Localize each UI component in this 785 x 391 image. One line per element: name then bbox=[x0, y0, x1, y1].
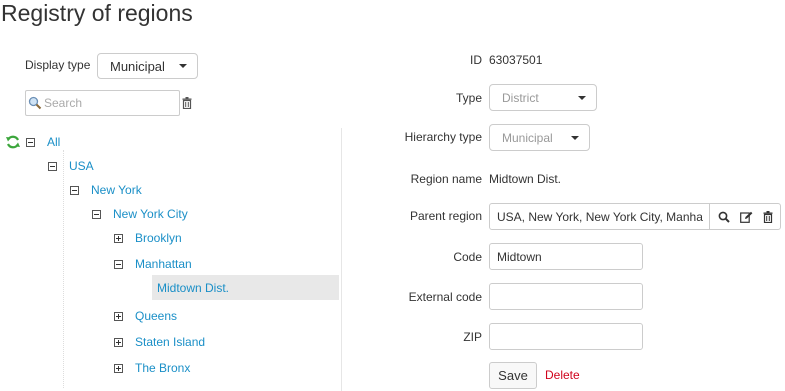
type-label: Type bbox=[455, 91, 482, 105]
magnifier-icon[interactable] bbox=[713, 204, 735, 230]
chevron-down-icon bbox=[571, 135, 579, 140]
collapse-icon[interactable] bbox=[70, 185, 79, 195]
chevron-down-icon bbox=[179, 64, 187, 68]
collapse-icon[interactable] bbox=[48, 161, 57, 171]
tree-node-manhattan[interactable]: Manhattan bbox=[114, 254, 192, 274]
tree-node-the-bronx[interactable]: The Bronx bbox=[114, 358, 190, 378]
tree-node-queens[interactable]: Queens bbox=[114, 306, 177, 326]
tree-node-new-york[interactable]: New York bbox=[70, 180, 142, 200]
tree-node-new-york-city[interactable]: New York City bbox=[92, 204, 188, 224]
chevron-down-icon bbox=[578, 95, 586, 100]
tree-node-staten-island[interactable]: Staten Island bbox=[114, 332, 205, 352]
region-name-value: Midtown Dist. bbox=[489, 172, 562, 186]
code-input[interactable]: Midtown bbox=[489, 243, 643, 270]
tree-node-midtown[interactable]: Midtown Dist. bbox=[157, 278, 229, 298]
collapse-icon[interactable] bbox=[92, 209, 101, 219]
hierarchy-type-label: Hierarchy type bbox=[404, 130, 482, 144]
expand-icon[interactable] bbox=[114, 311, 123, 321]
display-type-value: Municipal bbox=[110, 58, 165, 74]
id-label: ID bbox=[470, 53, 482, 67]
hierarchy-type-dropdown[interactable]: Municipal bbox=[489, 124, 590, 151]
expand-icon[interactable] bbox=[114, 233, 123, 243]
id-value: 63037501 bbox=[489, 53, 543, 67]
zip-input[interactable] bbox=[489, 323, 643, 350]
region-name-label: Region name bbox=[410, 172, 482, 186]
search-icon bbox=[28, 96, 42, 110]
search-input[interactable] bbox=[44, 96, 174, 110]
display-type-label: Display type bbox=[25, 58, 91, 72]
display-type-dropdown[interactable]: Municipal bbox=[97, 53, 198, 79]
tree-node-label[interactable]: Queens bbox=[135, 309, 177, 323]
parent-region-field[interactable]: USA, New York, New York City, Manha bbox=[489, 203, 781, 230]
edit-icon[interactable] bbox=[735, 204, 757, 230]
tree-node-all[interactable]: All bbox=[26, 132, 60, 152]
type-value: District bbox=[502, 90, 539, 105]
parent-region-label: Parent region bbox=[409, 209, 482, 223]
type-dropdown[interactable]: District bbox=[489, 84, 597, 111]
hierarchy-type-value: Municipal bbox=[502, 130, 553, 145]
collapse-icon[interactable] bbox=[26, 137, 35, 147]
tree-node-label[interactable]: All bbox=[47, 135, 60, 149]
tree-node-label[interactable]: The Bronx bbox=[135, 361, 190, 375]
page-title: Registry of regions bbox=[1, 0, 193, 26]
expand-icon[interactable] bbox=[114, 363, 123, 373]
tree-node-label[interactable]: Staten Island bbox=[135, 335, 205, 349]
tree-node-brooklyn[interactable]: Brooklyn bbox=[114, 228, 182, 248]
tree-guide-line bbox=[63, 150, 65, 388]
tree-node-label[interactable]: New York City bbox=[113, 207, 188, 221]
trash-icon[interactable] bbox=[757, 204, 779, 230]
trash-icon[interactable] bbox=[182, 97, 192, 112]
zip-label: ZIP bbox=[463, 330, 482, 344]
external-code-label: External code bbox=[408, 290, 482, 304]
parent-region-value: USA, New York, New York City, Manha bbox=[497, 209, 703, 224]
tree-node-label[interactable]: Midtown Dist. bbox=[157, 281, 229, 295]
refresh-icon[interactable] bbox=[6, 135, 20, 152]
collapse-icon[interactable] bbox=[114, 259, 123, 269]
tree-node-label[interactable]: Brooklyn bbox=[135, 231, 182, 245]
search-box[interactable] bbox=[25, 90, 180, 116]
tree-node-label[interactable]: USA bbox=[69, 159, 94, 173]
tree-node-label[interactable]: New York bbox=[91, 183, 142, 197]
external-code-input[interactable] bbox=[489, 283, 643, 310]
tree-node-usa[interactable]: USA bbox=[48, 156, 94, 176]
expand-icon[interactable] bbox=[114, 337, 123, 347]
save-button[interactable]: Save bbox=[489, 362, 537, 389]
delete-link[interactable]: Delete bbox=[545, 368, 580, 382]
tree-node-label[interactable]: Manhattan bbox=[135, 257, 192, 271]
code-label: Code bbox=[453, 250, 482, 264]
